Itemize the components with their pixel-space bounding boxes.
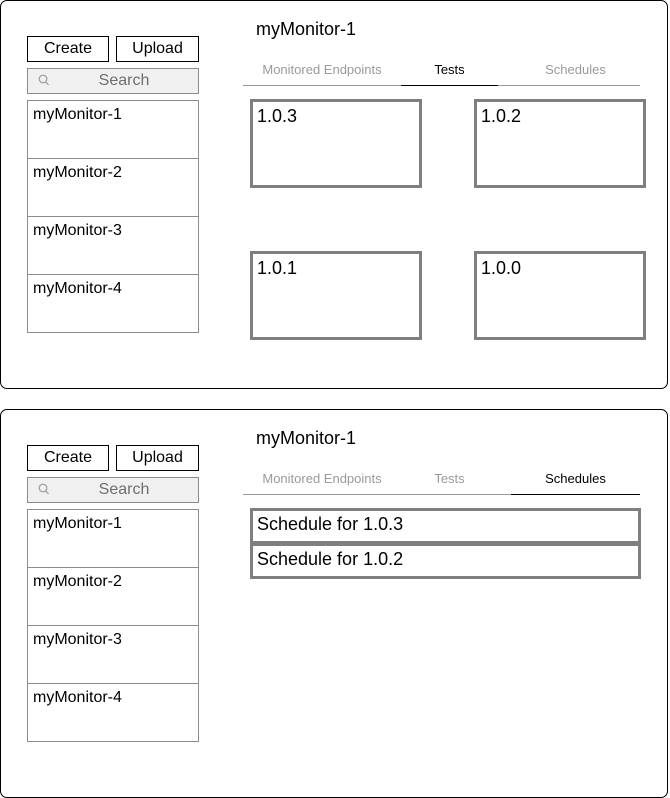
test-card[interactable]: 1.0.1 <box>250 251 422 340</box>
test-card[interactable]: 1.0.2 <box>474 99 646 188</box>
schedule-list: Schedule for 1.0.3 Schedule for 1.0.2 <box>250 508 641 579</box>
tab-schedules[interactable]: Schedules <box>511 61 640 85</box>
list-item-monitor[interactable]: myMonitor-4 <box>28 275 198 332</box>
page-title: myMonitor-1 <box>256 428 357 448</box>
list-item-monitor[interactable]: myMonitor-1 <box>28 101 198 159</box>
tab-tests[interactable]: Tests <box>401 470 498 494</box>
upload-button[interactable]: Upload <box>116 36 199 62</box>
page-title: myMonitor-1 <box>256 19 357 39</box>
tab-monitored-endpoints[interactable]: Monitored Endpoints <box>243 470 401 494</box>
upload-button[interactable]: Upload <box>116 445 199 471</box>
tab-bar: Monitored Endpoints Tests Schedules <box>243 470 640 495</box>
search-box[interactable] <box>27 477 199 503</box>
tab-tests[interactable]: Tests <box>401 61 498 86</box>
list-item-monitor[interactable]: myMonitor-3 <box>28 217 198 275</box>
test-card[interactable]: 1.0.3 <box>250 99 422 188</box>
tab-monitored-endpoints[interactable]: Monitored Endpoints <box>243 61 401 85</box>
schedule-item[interactable]: Schedule for 1.0.3 <box>250 508 641 544</box>
list-item-monitor[interactable]: myMonitor-2 <box>28 568 198 626</box>
create-button[interactable]: Create <box>27 36 109 62</box>
search-input[interactable] <box>54 478 194 502</box>
tab-bar: Monitored Endpoints Tests Schedules <box>243 61 640 86</box>
test-card[interactable]: 1.0.0 <box>474 251 646 340</box>
list-item-monitor[interactable]: myMonitor-2 <box>28 159 198 217</box>
monitor-panel-schedules-view: Create Upload myMonitor-1 myMonitor-2 my… <box>0 409 668 798</box>
monitor-list: myMonitor-1 myMonitor-2 myMonitor-3 myMo… <box>27 100 199 333</box>
search-box[interactable] <box>27 68 199 94</box>
search-input[interactable] <box>54 69 194 93</box>
list-item-monitor[interactable]: myMonitor-4 <box>28 684 198 741</box>
search-icon <box>38 483 49 495</box>
list-item-monitor[interactable]: myMonitor-3 <box>28 626 198 684</box>
search-icon <box>38 74 49 86</box>
monitor-panel-tests-view: Create Upload myMonitor-1 myMonitor-2 my… <box>0 0 668 389</box>
list-item-monitor[interactable]: myMonitor-1 <box>28 510 198 568</box>
schedule-item[interactable]: Schedule for 1.0.2 <box>250 543 641 579</box>
tab-schedules[interactable]: Schedules <box>511 470 640 495</box>
create-button[interactable]: Create <box>27 445 109 471</box>
monitor-list: myMonitor-1 myMonitor-2 myMonitor-3 myMo… <box>27 509 199 742</box>
